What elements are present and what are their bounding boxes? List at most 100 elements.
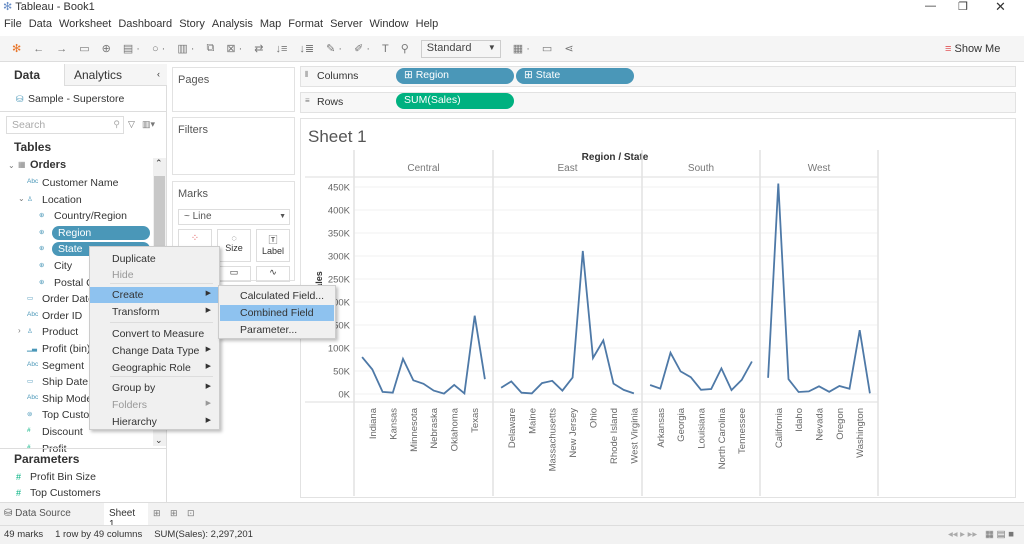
state-label: Massachusetts — [548, 408, 559, 472]
menu-item-label: Folders — [112, 399, 148, 411]
view-toggle-icon[interactable]: ▦ ▤ ■ — [985, 529, 1014, 540]
status-dims: 1 row by 49 columns — [55, 529, 143, 540]
state-label: West Virginia — [629, 407, 640, 463]
state-label: Georgia — [676, 407, 687, 442]
data-point — [591, 356, 595, 360]
menu-item-label: Hierarchy — [112, 416, 157, 428]
menu-separator — [110, 322, 213, 323]
submenu-item-parameter-[interactable]: Parameter... — [220, 322, 334, 338]
data-point — [462, 391, 466, 395]
data-point — [381, 390, 385, 394]
y-tick-label: 350K — [328, 229, 351, 240]
data-point — [766, 376, 770, 380]
state-label: Oklahoma — [450, 407, 461, 451]
state-label: Texas — [470, 408, 481, 433]
series-line-west — [767, 183, 871, 394]
data-point — [422, 382, 426, 386]
data-point — [632, 391, 636, 395]
data-point — [571, 376, 575, 380]
menu-separator — [110, 283, 213, 284]
submenu-arrow-icon: ▶ — [205, 290, 211, 297]
menu-item-label: Duplicate — [112, 253, 156, 265]
y-tick-label: 300K — [328, 252, 351, 263]
state-label: Maine — [527, 408, 538, 434]
region-header: Central — [407, 163, 439, 174]
state-label: Louisiana — [697, 407, 708, 448]
create-submenu: Calculated Field... Combined Field Paramet… — [218, 285, 336, 339]
data-point — [709, 387, 713, 391]
tab-sheet-1[interactable]: Sheet 1 — [104, 503, 148, 530]
menu-item-label: Geographic Role — [112, 362, 191, 374]
menu-item-hierarchy[interactable]: Hierarchy ▶ — [90, 414, 219, 430]
state-label: Tennessee — [737, 408, 748, 454]
new-dashboard-icon[interactable]: ⊞ — [170, 508, 178, 519]
state-label: Delaware — [507, 408, 518, 448]
submenu-arrow-icon: ▶ — [205, 346, 211, 353]
data-point — [370, 367, 374, 371]
state-label: New Jersey — [568, 408, 579, 458]
data-point — [360, 355, 364, 359]
region-header: South — [688, 163, 714, 174]
menu-item-change-data-type[interactable]: Change Data Type ▶ — [90, 343, 219, 359]
new-worksheet-icon[interactable]: ⊞ — [153, 508, 161, 519]
nav-arrows-icon[interactable]: ◂◂ ▸ ▸▸ — [948, 529, 977, 540]
new-story-icon[interactable]: ⊡ — [187, 508, 195, 519]
submenu-arrow-icon: ▶ — [205, 383, 211, 390]
data-point — [858, 328, 862, 332]
data-point — [797, 390, 801, 394]
data-point — [817, 384, 821, 388]
data-point — [509, 379, 513, 383]
region-header: East — [557, 163, 577, 174]
data-point — [622, 388, 626, 392]
data-point — [560, 389, 564, 393]
data-point — [740, 378, 744, 382]
data-point — [581, 249, 585, 253]
submenu-arrow-icon: ▶ — [205, 363, 211, 370]
data-point — [432, 389, 436, 393]
status-marks: 49 marks — [4, 529, 44, 540]
y-tick-label: 250K — [328, 275, 351, 286]
data-point — [411, 378, 415, 382]
data-point — [776, 182, 780, 186]
state-label: Idaho — [794, 408, 805, 432]
menu-item-folders[interactable]: Folders ▶ — [90, 397, 219, 413]
data-point — [658, 387, 662, 391]
menu-item-transform[interactable]: Transform ▶ — [90, 304, 219, 320]
state-label: Arkansas — [656, 408, 667, 448]
data-point — [719, 366, 723, 370]
submenu-arrow-icon: ▶ — [205, 307, 211, 314]
tab-label: Data Source — [15, 508, 71, 519]
menu-item-group-by[interactable]: Group by ▶ — [90, 380, 219, 396]
data-point — [648, 383, 652, 387]
datasource-icon: ⛁ — [4, 508, 16, 519]
submenu-item-calculated-field-[interactable]: Calculated Field... — [220, 288, 334, 304]
data-point — [669, 351, 673, 355]
menu-item-convert-to-measure[interactable]: Convert to Measure — [90, 326, 219, 342]
menu-item-hide[interactable]: Hide — [90, 267, 219, 283]
submenu-item-combined-field[interactable]: Combined Field — [220, 305, 334, 321]
data-point — [520, 391, 524, 395]
context-menu: Duplicate Hide Create ▶ Transform ▶ Convert to… — [89, 246, 220, 430]
submenu-arrow-icon: ▶ — [205, 400, 211, 407]
state-label: Washington — [855, 408, 866, 458]
region-header: West — [808, 163, 831, 174]
series-line-east — [500, 250, 635, 395]
data-point — [730, 388, 734, 392]
tab-data-source[interactable]: ⛁ Data Source — [4, 508, 71, 519]
menu-separator — [110, 376, 213, 377]
menu-item-duplicate[interactable]: Duplicate — [90, 251, 219, 267]
data-point — [868, 391, 872, 395]
data-point — [601, 338, 605, 342]
state-label: North Carolina — [717, 407, 728, 469]
menu-item-label: Create — [112, 289, 144, 301]
sheet-tabs-bar: ⛁ Data Source Sheet 1 ⊞ ⊞ ⊡ — [0, 502, 1024, 530]
y-tick-label: 450K — [328, 183, 351, 194]
status-sum: SUM(Sales): 2,297,201 — [154, 529, 253, 540]
menu-item-create[interactable]: Create ▶ — [90, 287, 219, 303]
state-label: Nevada — [815, 407, 826, 440]
state-label: Rhode Island — [609, 408, 620, 464]
data-point — [473, 314, 477, 318]
menu-item-geographic-role[interactable]: Geographic Role ▶ — [90, 360, 219, 376]
data-point — [442, 392, 446, 396]
data-point — [540, 381, 544, 385]
